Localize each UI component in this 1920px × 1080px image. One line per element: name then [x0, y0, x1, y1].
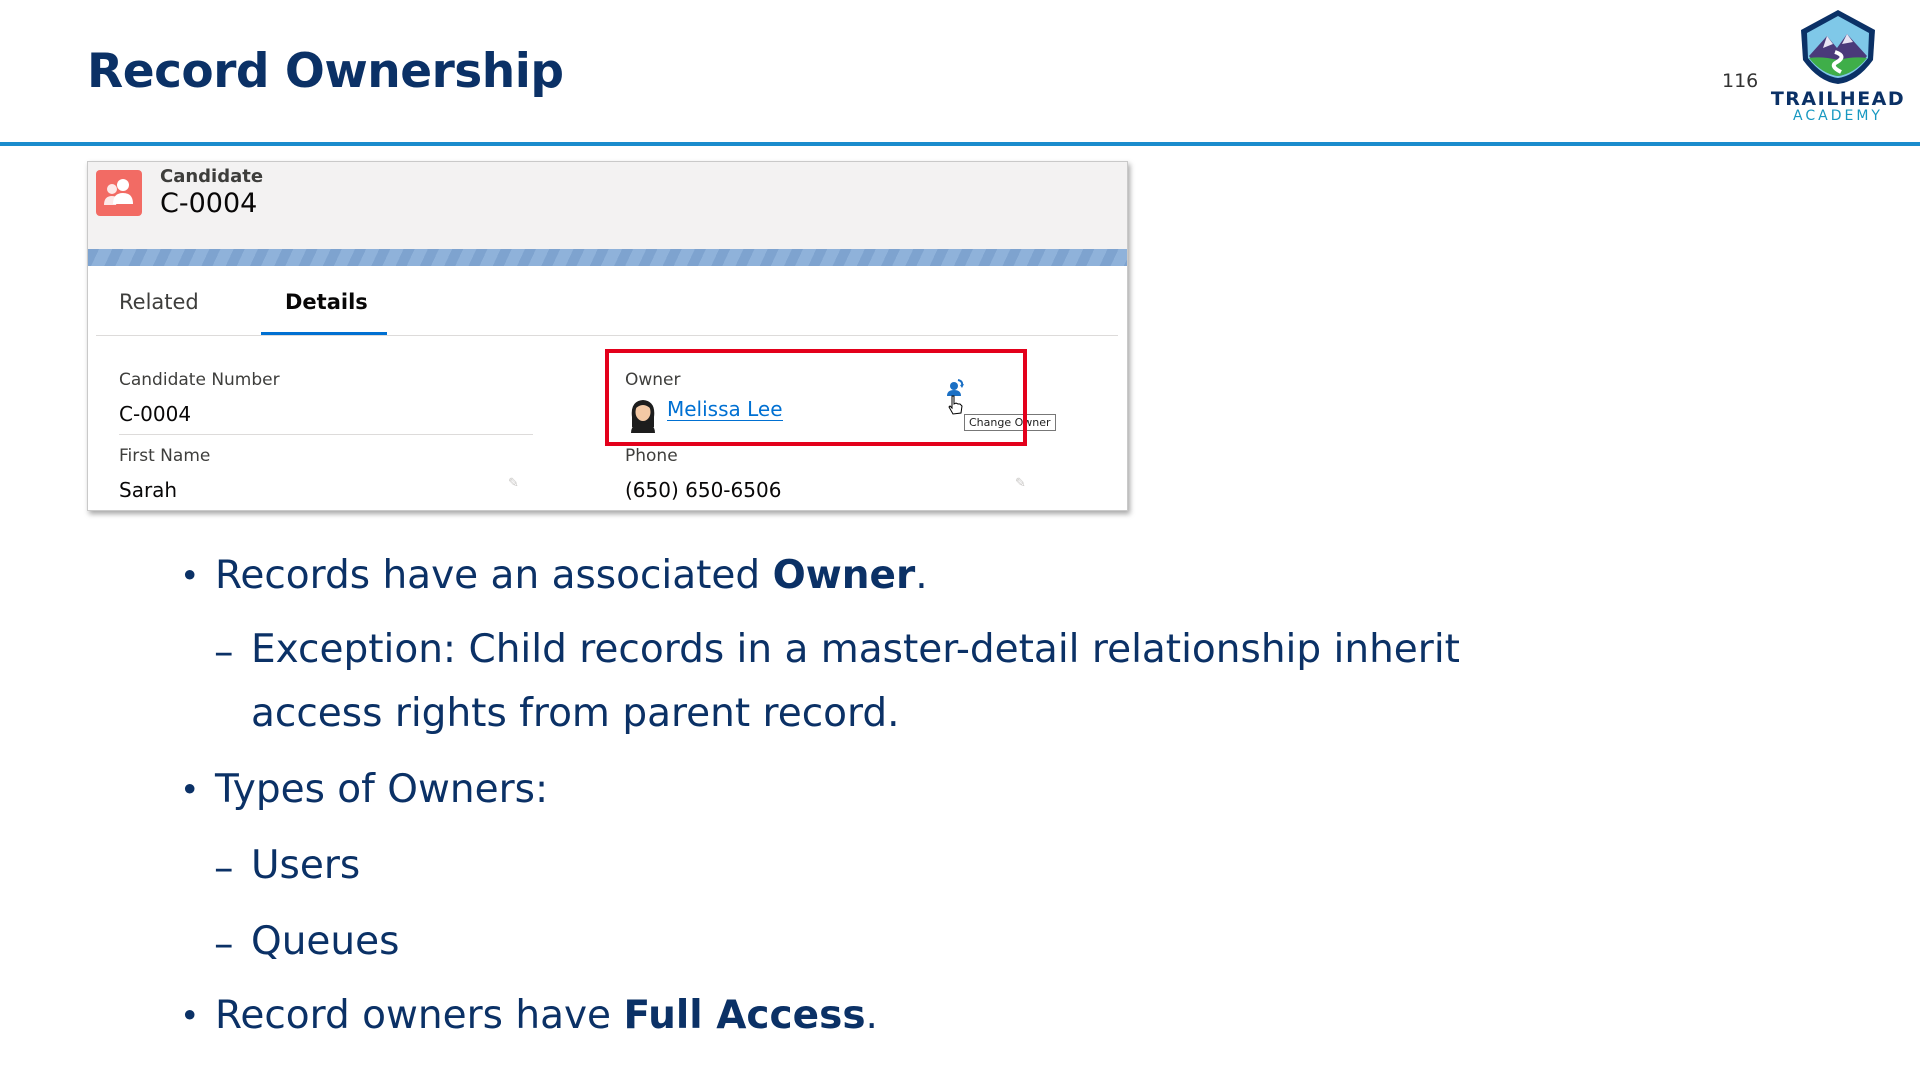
object-label: Candidate — [160, 166, 264, 187]
bullet-full-access: Record owners have Full Access. — [215, 996, 878, 1035]
slide-title: Record Ownership — [87, 44, 564, 99]
bullet-dot: • — [180, 556, 200, 595]
phone-label: Phone — [625, 446, 678, 466]
trailhead-logo-icon — [1801, 10, 1875, 84]
record-header: Candidate C-0004 — [88, 162, 1127, 249]
bullet-types-of-owners: Types of Owners: — [215, 767, 549, 812]
header-decorative-band — [88, 249, 1127, 266]
first-name-value: Sarah — [119, 478, 178, 502]
logo-text-trailhead: TRAILHEAD — [1770, 88, 1906, 110]
bullet-full-access-bold: Full Access — [623, 993, 866, 1038]
header-divider — [0, 142, 1920, 146]
record-name: C-0004 — [160, 188, 258, 219]
bullet-dot: • — [180, 770, 200, 809]
logo-text-academy: ACADEMY — [1793, 108, 1883, 124]
bullet-owner-suffix: . — [915, 553, 928, 598]
bullet-full-access-text: Record owners have — [215, 993, 624, 1038]
tab-details[interactable]: Details — [285, 290, 368, 314]
sub-bullet-dash: – — [214, 630, 234, 675]
sub-bullet-dash: – — [214, 922, 234, 967]
candidate-number-value: C-0004 — [119, 402, 192, 426]
edit-first-name-pencil-icon[interactable]: ✎ — [508, 476, 519, 491]
bullet-owner-text: Records have an associated — [215, 553, 773, 598]
bullet-full-access-suffix: . — [865, 993, 878, 1038]
slide-number: 116 — [1722, 70, 1759, 92]
first-name-label: First Name — [119, 446, 211, 466]
candidate-object-icon — [96, 170, 142, 216]
bullet-owner-bold: Owner — [772, 553, 916, 598]
sub-bullet-exception-line1: Exception: Child records in a master-det… — [251, 627, 1460, 672]
owner-highlight-box — [605, 349, 1027, 446]
sub-bullet-queues: Queues — [251, 919, 400, 964]
sub-bullet-users: Users — [251, 843, 361, 888]
trailhead-academy-logo: TRAILHEAD ACADEMY — [1768, 8, 1908, 136]
sub-bullet-dash: – — [214, 846, 234, 891]
tab-divider — [96, 335, 1118, 336]
phone-value: (650) 650-6506 — [625, 478, 782, 502]
bullet-owner: Records have an associated Owner. — [215, 556, 928, 595]
bullet-dot: • — [180, 996, 200, 1035]
edit-phone-pencil-icon[interactable]: ✎ — [1015, 476, 1026, 491]
sub-bullet-exception-line2: access rights from parent record. — [251, 691, 900, 736]
tab-related[interactable]: Related — [119, 290, 199, 314]
field-divider — [119, 434, 533, 435]
record-card: Candidate C-0004 Related Details Candida… — [87, 161, 1128, 511]
candidate-number-label: Candidate Number — [119, 370, 280, 390]
